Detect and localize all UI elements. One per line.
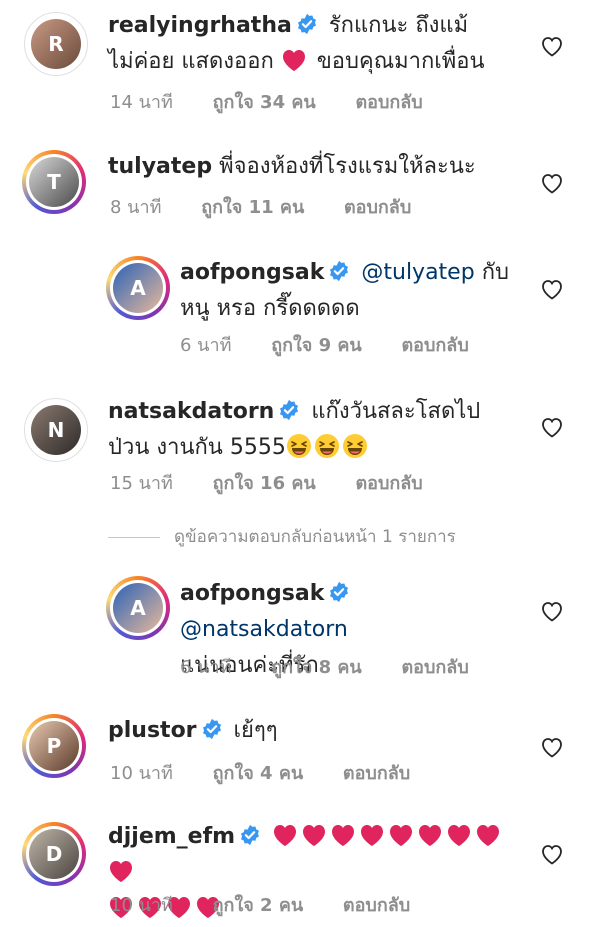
view-replies-label[interactable]: ดูข้อความตอบกลับก่อนหน้า 1 รายการ xyxy=(174,527,456,547)
profile-photo: A xyxy=(113,263,163,313)
reply-button[interactable]: ตอบกลับ xyxy=(355,92,422,113)
reply-button[interactable]: ตอบกลับ xyxy=(344,197,411,218)
timestamp: 6 นาที xyxy=(180,657,232,678)
timestamp: 6 นาที xyxy=(180,335,232,356)
verified-badge-icon xyxy=(239,824,261,846)
view-previous-replies[interactable]: ดูข้อความตอบกลับก่อนหน้า 1 รายการ xyxy=(108,523,456,550)
like-count[interactable]: ถูกใจ 4 คน xyxy=(213,763,304,784)
profile-photo: N xyxy=(31,405,81,455)
username[interactable]: plustor xyxy=(108,718,197,743)
red-heart-icon xyxy=(330,823,356,847)
avatar[interactable]: A xyxy=(106,256,170,320)
verified-badge-icon xyxy=(296,13,318,35)
comment-text-end: ขอบคุณมากเพื่อน xyxy=(316,49,485,74)
like-heart-icon[interactable] xyxy=(540,278,564,300)
profile-photo: P xyxy=(29,721,79,771)
avatar[interactable]: P xyxy=(22,714,86,778)
reply-button[interactable]: ตอบกลับ xyxy=(401,657,468,678)
reply-button[interactable]: ตอบกลับ xyxy=(355,473,422,494)
laughing-face-icon xyxy=(342,433,368,459)
like-heart-icon[interactable] xyxy=(540,172,564,194)
laughing-face-icon xyxy=(286,433,312,459)
red-heart-icon xyxy=(388,823,414,847)
red-heart-icon xyxy=(272,823,298,847)
username[interactable]: aofpongsak xyxy=(180,260,324,285)
verified-badge-icon xyxy=(201,718,223,740)
like-count[interactable]: ถูกใจ 8 คน xyxy=(271,657,362,678)
timestamp: 10 นาที xyxy=(110,895,173,916)
red-heart-icon xyxy=(301,823,327,847)
red-heart-icon xyxy=(475,823,501,847)
reply-button[interactable]: ตอบกลับ xyxy=(343,763,410,784)
timestamp: 8 นาที xyxy=(110,197,162,218)
like-count[interactable]: ถูกใจ 2 คน xyxy=(213,895,304,916)
username[interactable]: tulyatep xyxy=(108,154,212,179)
timestamp: 10 นาที xyxy=(110,763,173,784)
profile-photo: T xyxy=(29,157,79,207)
avatar[interactable]: T xyxy=(22,150,86,214)
reply-button[interactable]: ตอบกลับ xyxy=(401,335,468,356)
timestamp: 14 นาที xyxy=(110,92,173,113)
verified-badge-icon xyxy=(328,581,350,603)
username[interactable]: djjem_efm xyxy=(108,824,235,849)
like-heart-icon[interactable] xyxy=(540,736,564,758)
like-heart-icon[interactable] xyxy=(540,843,564,865)
red-heart-icon xyxy=(359,823,385,847)
red-heart-icon xyxy=(281,48,307,72)
avatar[interactable]: R xyxy=(24,12,88,76)
reply-button[interactable]: ตอบกลับ xyxy=(343,895,410,916)
like-heart-icon[interactable] xyxy=(540,35,564,57)
laughing-face-icon xyxy=(314,433,340,459)
username[interactable]: natsakdatorn xyxy=(108,399,274,424)
username[interactable]: realyingrhatha xyxy=(108,13,292,38)
like-count[interactable]: ถูกใจ 34 คน xyxy=(213,92,316,113)
avatar[interactable]: A xyxy=(106,576,170,640)
profile-photo: A xyxy=(113,583,163,633)
profile-photo: D xyxy=(29,829,79,879)
like-heart-icon[interactable] xyxy=(540,600,564,622)
mention-link[interactable]: @tulyatep xyxy=(361,260,474,285)
divider-line xyxy=(108,536,160,538)
profile-photo: R xyxy=(31,19,81,69)
comment-text: เย้ๆๆ xyxy=(233,718,278,743)
red-heart-icon xyxy=(108,859,134,883)
avatar[interactable]: N xyxy=(24,398,88,462)
red-heart-icon xyxy=(417,823,443,847)
verified-badge-icon xyxy=(328,260,350,282)
red-heart-icon xyxy=(446,823,472,847)
like-heart-icon[interactable] xyxy=(540,416,564,438)
mention-link[interactable]: @natsakdatorn xyxy=(180,617,348,642)
username[interactable]: aofpongsak xyxy=(180,581,324,606)
like-count[interactable]: ถูกใจ 11 คน xyxy=(201,197,304,218)
timestamp: 15 นาที xyxy=(110,473,173,494)
like-count[interactable]: ถูกใจ 16 คน xyxy=(213,473,316,494)
comment-text: พี่จองห้องที่โรงแรมให้ละนะ xyxy=(219,154,476,179)
verified-badge-icon xyxy=(278,399,300,421)
avatar[interactable]: D xyxy=(22,822,86,886)
like-count[interactable]: ถูกใจ 9 คน xyxy=(271,335,362,356)
